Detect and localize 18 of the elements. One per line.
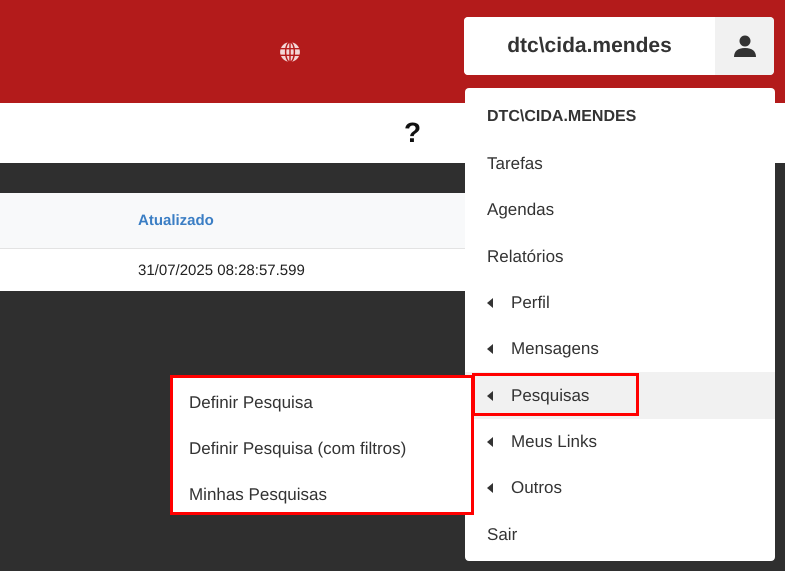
caret-icon [487, 298, 493, 308]
menu-item[interactable]: Perfil [465, 280, 775, 326]
caret-icon [487, 436, 493, 447]
column-header[interactable]: Atualizado [138, 212, 214, 229]
table-cell: 31/07/2025 08:28:57.599 [138, 262, 305, 278]
help-button[interactable]: ? [400, 117, 426, 149]
menu-item[interactable]: Relatórios [465, 234, 775, 280]
menu-item[interactable]: Pesquisas [465, 372, 775, 419]
user-icon-button[interactable] [715, 17, 774, 75]
menu-item[interactable]: Mensagens [465, 326, 775, 372]
caret-icon [487, 344, 493, 354]
menu-item[interactable]: Agendas [465, 187, 775, 234]
caret-icon [487, 390, 493, 401]
menu-header: DTC\CIDA.MENDES [486, 107, 638, 127]
user-icon [732, 34, 756, 58]
globe-icon[interactable] [279, 41, 301, 63]
menu-item[interactable]: Tarefas [465, 141, 775, 188]
caret-icon [487, 483, 493, 494]
